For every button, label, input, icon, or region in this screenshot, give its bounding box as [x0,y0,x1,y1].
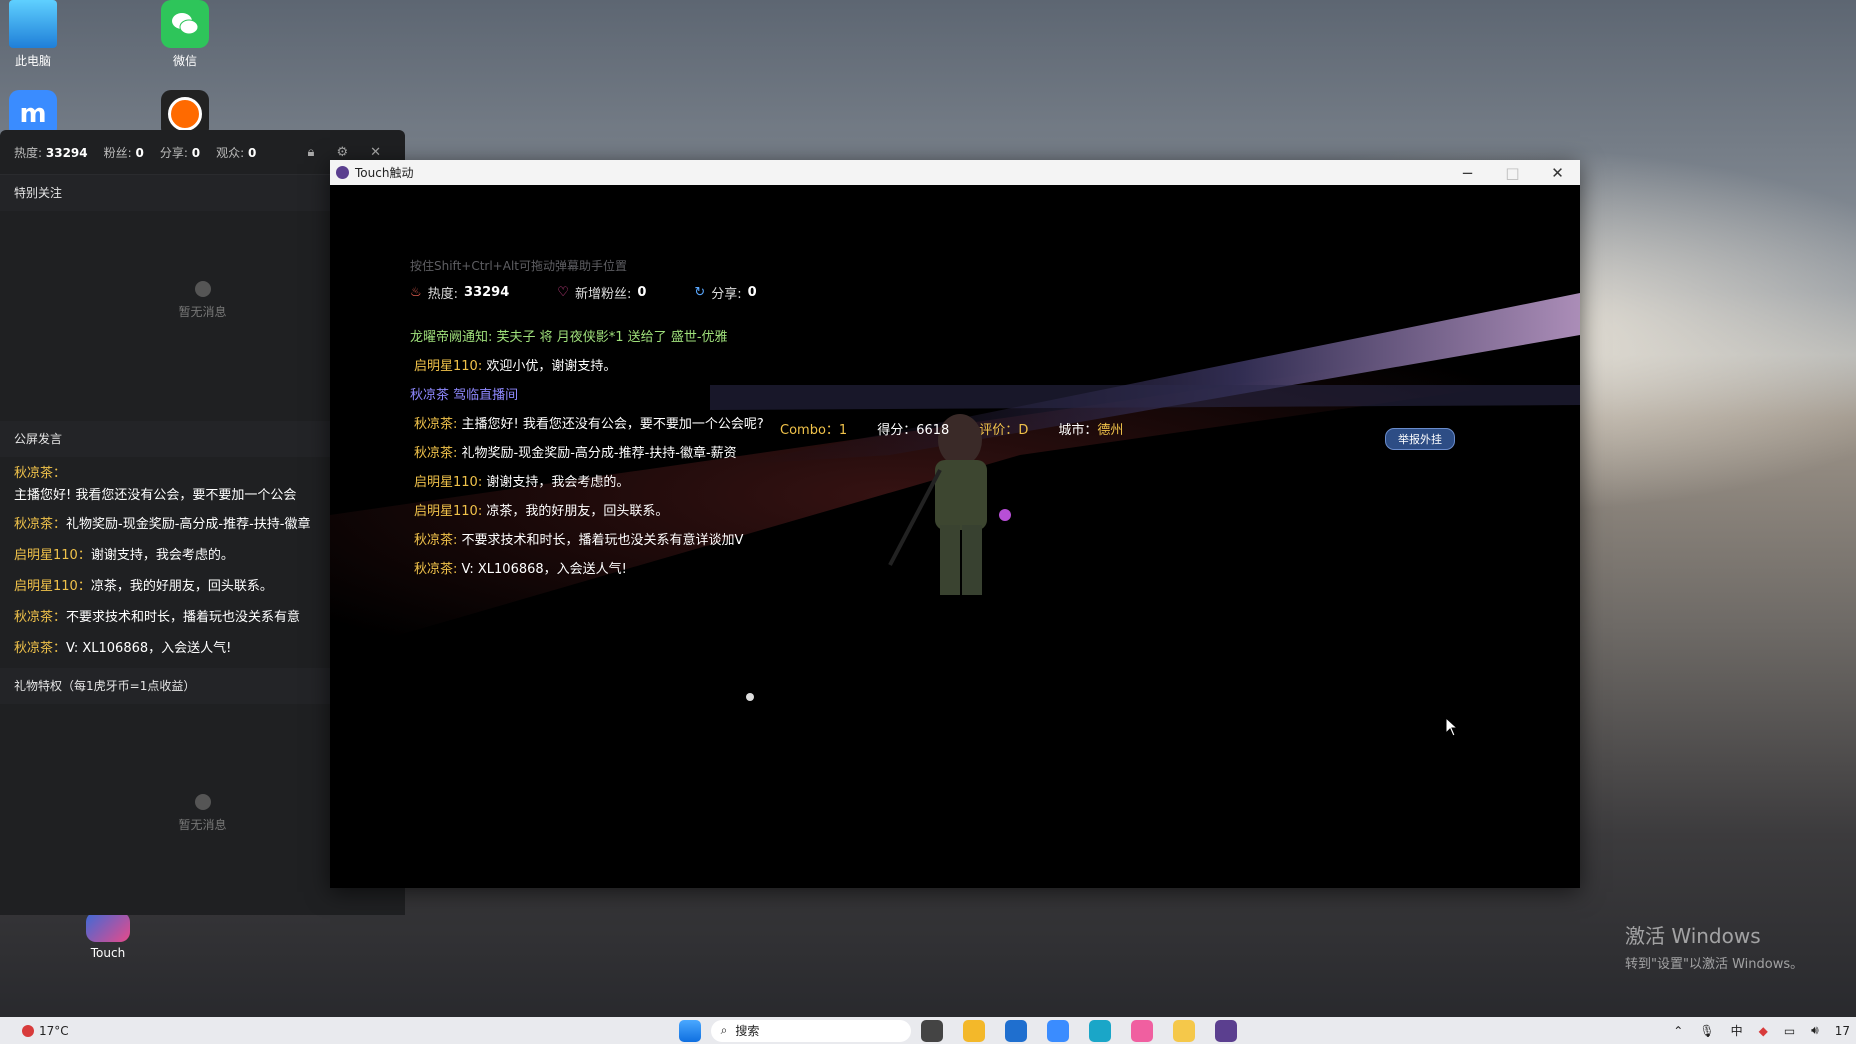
touch-app-icon [336,166,349,179]
monitor-icon [9,0,57,48]
chat-message: 启明星110: 谢谢支持，我会考虑的。 [414,475,630,490]
report-cheat-button[interactable]: 举报外挂 [1385,428,1455,450]
file-explorer-icon[interactable] [962,1019,985,1042]
close-button[interactable]: ✕ [1535,164,1580,182]
search-icon: ⌕ [720,1023,728,1037]
desktop-icon-label: 微信 [172,54,197,68]
meitu-taskbar-icon[interactable] [1046,1019,1069,1042]
empty-icon [194,281,211,297]
touch-window: Touch触动 − □ ✕ 按住Shift+Ctrl+Alt可拖动弹幕助手位置 … [330,160,1580,888]
share-stat: ↻ 分享: 0 [694,285,757,302]
drag-hint: 按住Shift+Ctrl+Alt可拖动弹幕助手位置 [410,259,627,273]
window-title: Touch触动 [355,166,414,180]
touch-app-icon [86,912,130,942]
enter-notice: 秋凉茶 驾临直播间 [410,388,519,403]
touch-taskbar-icon[interactable] [1214,1019,1237,1042]
heart-icon: ♡ [557,285,569,300]
window-stats: ♨ 热度: 33294 ♡ 新增粉丝: 0 ↻ 分享: 0 [410,283,757,302]
chat-message: 秋凉茶: V: XL106868，入会送人气! [414,562,627,577]
danmaku-list: 龙曜帝阙通知: 芙夫子 将 月夜侠影*1 送给了 盛世-优雅 启明星110: 欢… [410,323,764,584]
maximize-button[interactable]: □ [1490,164,1535,182]
chat-message: 启明星110: 凉茶，我的好朋友，回头联系。 [414,504,669,519]
share-icon: ↻ [694,285,706,300]
taskbar: 17°C ⌕ 搜索 ⌃ 🎙︎ 中 ◆ ▭ 🔊︎ 17 [0,1017,1856,1044]
window-titlebar[interactable]: Touch触动 − □ ✕ [330,160,1580,185]
desktop-icon-this-pc[interactable]: 此电脑 [0,0,78,69]
score-display: 得分：6618 [877,423,950,438]
desktop-icon-label: Touch [90,946,126,960]
store-icon[interactable] [1004,1019,1027,1042]
rating-display: 评价：D [979,423,1029,438]
task-view-icon[interactable] [920,1019,943,1042]
combo-display: Combo：1 [780,423,848,438]
edge-icon[interactable] [1088,1019,1111,1042]
app-pink-icon[interactable] [1130,1019,1153,1042]
antivirus-icon[interactable]: ◆ [1759,1024,1768,1038]
microphone-icon[interactable]: 🎙︎ [1699,1024,1714,1038]
flame-icon: ♨ [410,285,422,300]
lock-icon[interactable]: 🔒︎ [308,145,315,160]
heat-stat: 热度: 33294 [14,145,88,160]
input-method-icon[interactable]: 中 [1731,1022,1743,1039]
start-button[interactable] [678,1019,701,1042]
wechat-icon [161,0,209,48]
system-notice: 龙曜帝阙通知: 芙夫子 将 月夜侠影*1 送给了 盛世-优雅 [410,330,728,345]
chat-message: 秋凉茶: 礼物奖励-现金奖励-高分成-推荐-扶持-徽章-薪资 [414,446,737,461]
minimize-button[interactable]: − [1445,164,1490,182]
desktop-icon-wechat[interactable]: 微信 [140,0,230,69]
chat-message: 秋凉茶: 不要求技术和时长，播着玩也没关系有意详谈加V [414,533,744,548]
fans-stat: 粉丝: 0 [103,145,144,160]
weather-widget[interactable]: 17°C [22,1024,69,1038]
volume-icon[interactable]: 🔊︎ [1811,1023,1819,1038]
desktop-icon-touch[interactable]: Touch [63,912,153,960]
chat-message: 启明星110: 欢迎小优，谢谢支持。 [414,359,617,374]
game-hud: Combo：1 得分：6618 评价：D 城市：德州 [780,419,1123,438]
empty-icon [194,794,211,810]
weather-alert-icon [22,1024,34,1037]
mouse-cursor-icon [1445,717,1459,737]
app-yellow-icon[interactable] [1172,1019,1195,1042]
viewers-stat: 观众: 0 [216,145,257,160]
chat-message: 秋凉茶: 主播您好! 我看您还没有公会，要不要加一个公会呢? [414,417,764,432]
clock[interactable]: 17 [1835,1024,1850,1038]
share-stat: 分享: 0 [159,145,201,160]
network-icon[interactable]: ▭ [1784,1024,1795,1038]
chevron-up-icon[interactable]: ⌃ [1673,1024,1683,1038]
desktop-icon-label: 此电脑 [14,54,51,68]
heat-stat: ♨ 热度: 33294 [410,285,510,302]
new-fans-stat: ♡ 新增粉丝: 0 [557,285,647,302]
taskbar-search[interactable]: ⌕ 搜索 [710,1019,911,1042]
game-viewport[interactable]: 按住Shift+Ctrl+Alt可拖动弹幕助手位置 ♨ 热度: 33294 ♡ 新… [330,185,1580,888]
city-display: 城市：德州 [1058,423,1124,438]
settings-gear-icon[interactable]: ⚙ [336,145,348,160]
close-icon[interactable]: ✕ [370,145,381,160]
windows-activation-watermark: 激活 Windows 转到"设置"以激活 Windows。 [1625,924,1804,972]
